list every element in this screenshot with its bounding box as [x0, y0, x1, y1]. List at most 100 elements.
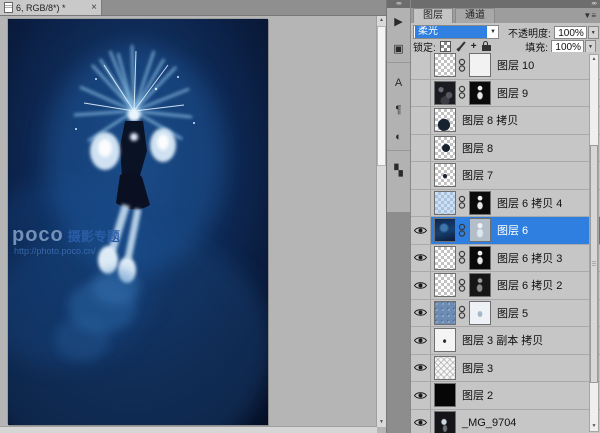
layer-thumbnail[interactable]	[434, 108, 456, 132]
character-panel-icon[interactable]: A	[387, 69, 410, 96]
layer-comps-panel-icon[interactable]: ▣	[387, 35, 410, 63]
lock-all-icon[interactable]	[482, 41, 491, 52]
document-horizontal-scrollbar[interactable]	[0, 426, 377, 433]
document-vertical-scrollbar[interactable]: ▲ ▼	[376, 16, 386, 427]
layer-visibility-toggle[interactable]	[411, 52, 431, 79]
document-scrollbar-thumb[interactable]	[377, 26, 386, 166]
layer-visibility-toggle[interactable]	[411, 107, 431, 134]
layer-thumbnail[interactable]	[434, 218, 456, 242]
layer-mask-thumbnail[interactable]	[469, 273, 491, 297]
blend-mode-select[interactable]: 柔光 ▼	[413, 25, 499, 39]
layers-scroll-up-icon[interactable]: ▲	[590, 55, 598, 64]
eye-icon	[414, 363, 427, 372]
layer-visibility-toggle[interactable]	[411, 382, 431, 409]
layer-row[interactable]: 图层 8	[411, 135, 600, 163]
layer-visibility-toggle[interactable]	[411, 190, 431, 217]
layer-row[interactable]: 图层 6 拷贝 2	[411, 272, 600, 300]
layer-thumbnail[interactable]	[434, 356, 456, 380]
layer-visibility-toggle[interactable]	[411, 135, 431, 162]
panel-collapse-button[interactable]: »»	[411, 0, 600, 8]
tab-channels[interactable]: 通道	[455, 8, 495, 23]
opacity-value: 100%	[558, 28, 584, 39]
layer-visibility-toggle[interactable]	[411, 217, 431, 244]
layer-visibility-toggle[interactable]	[411, 327, 431, 354]
layer-name: 图层 10	[491, 57, 534, 73]
layer-thumbnail[interactable]	[434, 191, 456, 215]
document-tab-bar: 6, RGB/8*) * ×	[0, 0, 386, 16]
layer-row[interactable]: 图层 10	[411, 52, 600, 80]
layer-row[interactable]: 图层 6 拷贝 4	[411, 190, 600, 218]
mask-link-icon	[458, 305, 466, 320]
layer-thumbnail[interactable]	[434, 163, 456, 187]
layer-thumbnail[interactable]	[434, 328, 456, 352]
layer-thumbnail[interactable]	[434, 411, 456, 433]
photo-canvas[interactable]: poco 摄影专题 http://photo.poco.cn/	[8, 19, 268, 425]
layer-visibility-toggle[interactable]	[411, 80, 431, 107]
layers-panel: »» 图层 通道 ▼≡ 柔光 ▼ 不透明度: 100% ▼ 锁定: + 填充: …	[410, 0, 600, 433]
lock-pixels-icon[interactable]	[456, 41, 466, 52]
layer-visibility-toggle[interactable]	[411, 300, 431, 327]
lock-transparency-icon[interactable]	[440, 41, 451, 52]
layers-scrollbar-thumb[interactable]	[590, 145, 598, 383]
photo-artwork	[8, 19, 268, 425]
layers-scrollbar[interactable]: ▲ ▼	[589, 54, 599, 432]
opacity-dropdown-arrow-icon[interactable]: ▼	[588, 26, 599, 39]
scroll-down-icon[interactable]: ▼	[377, 418, 386, 427]
layer-mask-thumbnail[interactable]	[469, 53, 491, 77]
layer-mask-thumbnail[interactable]	[469, 246, 491, 270]
layer-thumbnail[interactable]	[434, 53, 456, 77]
layer-name: 图层 9	[491, 85, 528, 101]
mask-link[interactable]	[457, 223, 466, 238]
layer-visibility-toggle[interactable]	[411, 355, 431, 382]
layer-mask-thumbnail[interactable]	[469, 81, 491, 105]
mask-link[interactable]	[457, 250, 466, 265]
panel-menu-icon[interactable]: ▼≡	[583, 9, 600, 23]
layer-name: 图层 5	[491, 305, 528, 321]
layer-row[interactable]: _MG_9704	[411, 410, 600, 433]
clone-source-panel-icon[interactable]: ▚	[387, 157, 410, 184]
layer-thumbnail[interactable]	[434, 383, 456, 407]
layer-row[interactable]: 图层 6 拷贝 3	[411, 245, 600, 273]
layer-visibility-toggle[interactable]	[411, 410, 431, 433]
layer-thumbnail[interactable]	[434, 136, 456, 160]
document-tab[interactable]: 6, RGB/8*) * ×	[0, 0, 102, 15]
layer-row[interactable]: 图层 9	[411, 80, 600, 108]
layer-thumbnail[interactable]	[434, 301, 456, 325]
lock-position-icon[interactable]: +	[471, 41, 477, 52]
mask-link[interactable]	[457, 305, 466, 320]
layer-name: 图层 3 副本 拷贝	[456, 332, 543, 348]
opacity-input[interactable]: 100%	[554, 26, 587, 39]
layer-row[interactable]: 图层 3	[411, 355, 600, 383]
layer-row[interactable]: 图层 5	[411, 300, 600, 328]
layer-thumbnail[interactable]	[434, 273, 456, 297]
layer-mask-thumbnail[interactable]	[469, 218, 491, 242]
layer-visibility-toggle[interactable]	[411, 245, 431, 272]
layer-row[interactable]: 图层 3 副本 拷贝	[411, 327, 600, 355]
layer-row[interactable]: 图层 2	[411, 382, 600, 410]
actions-panel-icon[interactable]: ▶	[387, 8, 410, 35]
mask-link[interactable]	[457, 278, 466, 293]
dock-collapse-button[interactable]: ««	[387, 0, 410, 8]
paragraph-panel-icon[interactable]: ¶	[387, 96, 410, 123]
mask-link-icon	[458, 250, 466, 265]
eye-icon	[414, 253, 427, 262]
document-close-icon[interactable]: ×	[91, 3, 97, 13]
styles-panel-icon[interactable]: ◐	[387, 123, 410, 151]
layers-scroll-down-icon[interactable]: ▼	[590, 422, 598, 431]
layer-visibility-toggle[interactable]	[411, 272, 431, 299]
layer-mask-thumbnail[interactable]	[469, 191, 491, 215]
layer-row[interactable]: 图层 6	[411, 217, 600, 245]
layer-mask-thumbnail[interactable]	[469, 301, 491, 325]
mask-link[interactable]	[457, 85, 466, 100]
layer-row[interactable]: 图层 8 拷贝	[411, 107, 600, 135]
layer-name: 图层 6 拷贝 2	[491, 277, 562, 293]
layer-row[interactable]: 图层 7	[411, 162, 600, 190]
mask-link[interactable]	[457, 58, 466, 73]
tab-layers[interactable]: 图层	[413, 8, 453, 23]
layer-visibility-toggle[interactable]	[411, 162, 431, 189]
photoshop-window: 6, RGB/8*) * ×	[0, 0, 600, 433]
mask-link[interactable]	[457, 195, 466, 210]
scroll-up-icon[interactable]: ▲	[377, 16, 386, 25]
layer-thumbnail[interactable]	[434, 81, 456, 105]
layer-thumbnail[interactable]	[434, 246, 456, 270]
